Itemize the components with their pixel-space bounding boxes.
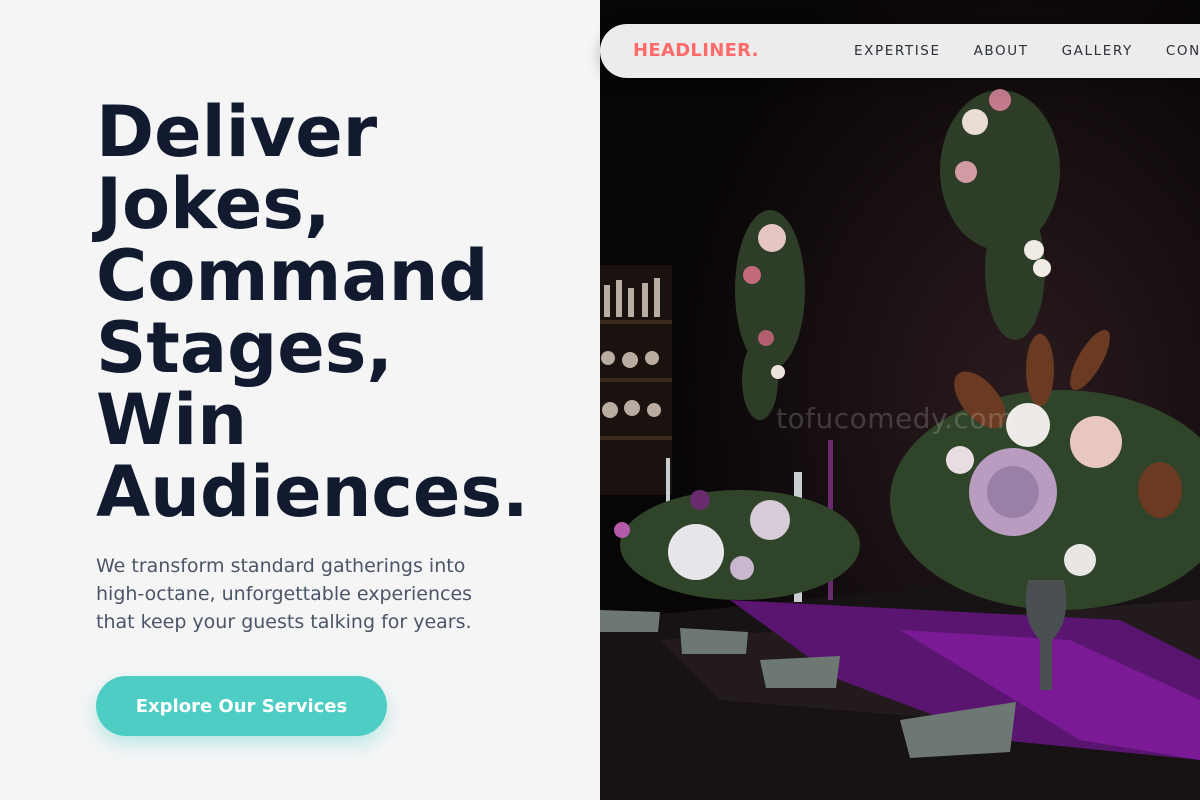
dinner-table-photo (600, 0, 1200, 800)
headline-line: Win (96, 379, 248, 461)
brand-logo[interactable]: HEADLINER. (633, 40, 759, 61)
nav-link-about[interactable]: ABOUT (974, 43, 1029, 59)
top-navbar: HEADLINER. EXPERTISE ABOUT GALLERY CON (600, 24, 1200, 78)
headline-line: Deliver (96, 91, 378, 173)
headline-line: Stages, (96, 307, 393, 389)
nav-link-contact[interactable]: CON (1166, 43, 1200, 59)
explore-services-button[interactable]: Explore Our Services (96, 676, 387, 736)
nav-link-expertise[interactable]: EXPERTISE (854, 43, 941, 59)
hero-text-panel: Deliver Jokes, Command Stages, Win Audie… (0, 0, 600, 800)
headline-line: Command (96, 235, 489, 317)
nav-link-gallery[interactable]: GALLERY (1062, 43, 1133, 59)
headline-line: Jokes, (96, 163, 331, 245)
nav-links: EXPERTISE ABOUT GALLERY CON (854, 43, 1200, 59)
hero-headline: Deliver Jokes, Command Stages, Win Audie… (96, 96, 576, 528)
hero-subtext: We transform standard gatherings into hi… (96, 555, 473, 633)
watermark-text: tofucomedy.com (776, 402, 1015, 435)
headline-line: Audiences. (96, 451, 529, 533)
hero-image (600, 0, 1200, 800)
